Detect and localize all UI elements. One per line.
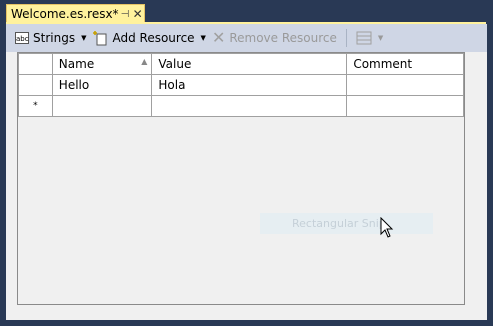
- new-row-marker: *: [18, 95, 53, 117]
- cell-value[interactable]: Hola: [151, 74, 348, 96]
- new-row[interactable]: *: [18, 95, 464, 117]
- strings-label: Strings: [33, 31, 76, 45]
- new-cell-comment[interactable]: [346, 95, 464, 117]
- row-header[interactable]: [18, 74, 53, 96]
- cell-name[interactable]: Hello: [51, 74, 153, 96]
- document-tab[interactable]: Welcome.es.resx* ⊣ ✕: [6, 4, 145, 23]
- column-header-comment[interactable]: Comment: [346, 53, 464, 75]
- remove-resource-button[interactable]: ✕ Remove Resource: [209, 27, 340, 49]
- new-cell-value[interactable]: [151, 95, 348, 117]
- chevron-down-icon: ▼: [377, 34, 384, 42]
- row-header-corner[interactable]: [18, 53, 53, 75]
- close-icon[interactable]: ✕: [131, 7, 144, 21]
- cell-comment[interactable]: [346, 74, 464, 96]
- strings-icon: abc: [15, 32, 29, 44]
- add-resource-label: Add Resource: [112, 31, 195, 45]
- column-header-value[interactable]: Value: [151, 53, 348, 75]
- sort-ascending-icon: ▲: [141, 57, 148, 66]
- resource-grid: Name ▲ Value Comment Hello Hola *: [17, 52, 465, 305]
- pin-icon[interactable]: ⊣: [119, 9, 132, 20]
- toolbar: abc Strings ▼ Add Resource ▼ ✕ Remove Re…: [6, 24, 487, 52]
- chevron-down-icon: ▼: [81, 34, 87, 42]
- remove-icon: ✕: [211, 28, 226, 47]
- grid-view-icon: [356, 31, 372, 45]
- add-resource-button[interactable]: Add Resource ▼: [89, 27, 208, 49]
- strings-dropdown-button[interactable]: abc Strings ▼: [12, 27, 89, 49]
- mouse-cursor-icon: [380, 217, 394, 238]
- header-row: Name ▲ Value Comment: [18, 53, 464, 75]
- remove-resource-label: Remove Resource: [229, 31, 337, 45]
- snip-tooltip: Rectangular Snip: [260, 213, 433, 234]
- toolbar-separator: [345, 29, 347, 47]
- column-header-name[interactable]: Name ▲: [51, 53, 153, 75]
- chevron-down-icon: ▼: [200, 34, 206, 42]
- view-dropdown-button[interactable]: ▼: [353, 27, 386, 49]
- column-header-name-label: Name: [58, 57, 95, 71]
- new-cell-name[interactable]: [51, 95, 153, 117]
- tab-title: Welcome.es.resx*: [11, 7, 119, 21]
- table-row[interactable]: Hello Hola: [18, 74, 464, 96]
- add-resource-icon: [93, 31, 107, 46]
